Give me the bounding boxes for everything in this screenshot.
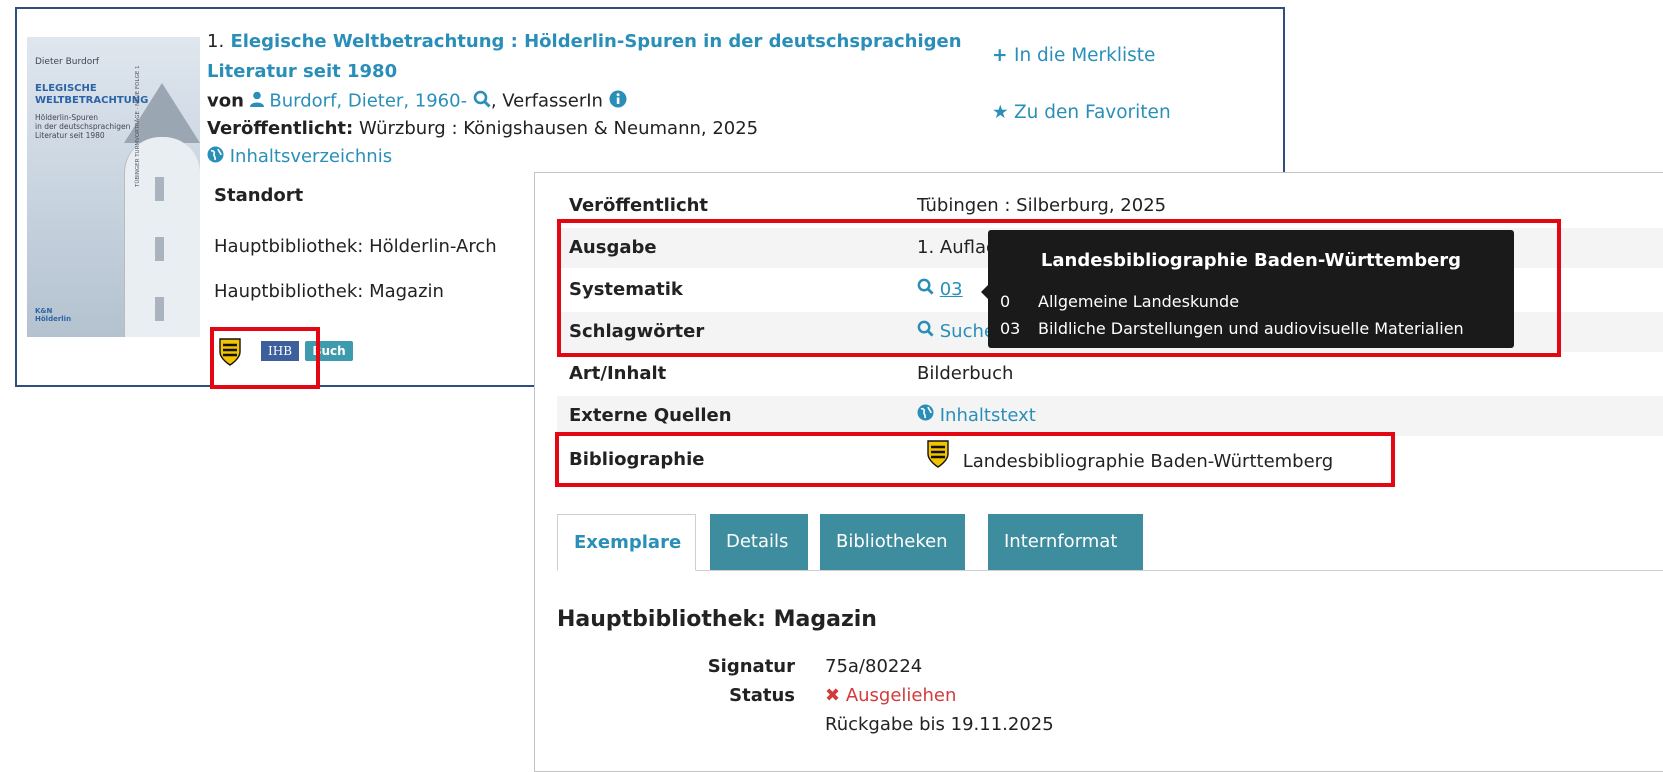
author-role: , VerfasserIn: [490, 90, 603, 112]
holding-heading: Hauptbibliothek: Magazin: [557, 607, 877, 632]
tab-details[interactable]: Details: [710, 514, 808, 570]
standort-label: Standort: [214, 185, 304, 206]
info-icon[interactable]: [609, 90, 627, 113]
result-number: 1.: [207, 31, 225, 52]
classification-link[interactable]: 03: [940, 279, 963, 300]
published-line: Veröffentlicht: Würzburg : Königshausen …: [207, 118, 759, 139]
detail-row-bibliography: Bibliographie Landesbibliographie Baden-…: [557, 440, 1663, 480]
tooltip-item: 03 Bildliche Darstellungen und audiovisue…: [1000, 319, 1464, 338]
author-line: von Burdorf, Dieter, 1960- , VerfasserIn: [207, 90, 627, 113]
status-value: ✖ Ausgeliehen: [825, 685, 957, 706]
cover-series: TÜBINGER TURMVORTRÄGE · NEUE FOLGE 1: [135, 65, 141, 187]
detail-row-external-sources: Externe Quellen Inhaltstext: [557, 396, 1663, 436]
star-icon: ★: [992, 102, 1009, 123]
status-label: Status: [729, 685, 795, 706]
tooltip-title: Landesbibliographie Baden-Württemberg: [1040, 250, 1462, 271]
ihb-badge: IHB: [261, 341, 299, 361]
location-item: Hauptbibliothek: Magazin: [214, 281, 444, 302]
globe-icon: [207, 146, 224, 168]
cover-publisher: K&N Hölderlin: [35, 307, 72, 323]
cover-author: Dieter Burdorf: [35, 57, 100, 67]
toc-line: Inhaltsverzeichnis: [207, 146, 392, 168]
tab-exemplare[interactable]: Exemplare: [557, 514, 696, 571]
subject-search-link[interactable]: Suche: [940, 321, 995, 342]
globe-icon: [917, 396, 934, 436]
cover-subtitle: Hölderlin-Spuren in der deutschsprachige…: [35, 113, 131, 140]
author-link[interactable]: Burdorf, Dieter, 1960-: [269, 91, 467, 112]
user-icon: [249, 91, 264, 112]
classification-tooltip: Landesbibliographie Baden-Württemberg 0A…: [981, 230, 1514, 348]
times-icon: ✖: [825, 685, 841, 706]
result-title: 1. Elegische Weltbetrachtung : Hölderlin…: [207, 27, 967, 87]
location-item: Hauptbibliothek: Hölderlin-Arch: [214, 236, 497, 257]
tab-bibliotheken[interactable]: Bibliotheken: [820, 514, 965, 570]
signatur-value: 75a/80224: [825, 656, 923, 677]
plus-icon: +: [992, 45, 1008, 66]
toc-link[interactable]: Inhaltsverzeichnis: [230, 146, 392, 167]
return-date: Rückgabe bis 19.11.2025: [825, 714, 1054, 735]
search-icon: [917, 312, 934, 352]
media-type-badge: Buch: [305, 341, 353, 361]
tooltip-item: 0 Allgemeine Landeskunde: [1000, 292, 1240, 311]
add-to-list-button[interactable]: + In die Merkliste: [992, 45, 1155, 66]
tooltip-arrow: [981, 285, 988, 299]
tab-internformat[interactable]: Internformat: [988, 514, 1143, 570]
shield-icon: [927, 440, 949, 483]
published-value: Würzburg : Königshausen & Neumann, 2025: [358, 118, 759, 139]
detail-row-published: Veröffentlicht Tübingen : Silberburg, 202…: [569, 195, 1167, 216]
detail-row-content-type: Art/Inhalt Bilderbuch: [569, 363, 1014, 384]
detail-tabs: Exemplare Details Bibliotheken Internfor…: [557, 514, 1663, 571]
result-title-link[interactable]: Elegische Weltbetrachtung : Hölderlin-Sp…: [207, 31, 962, 82]
search-icon: [917, 270, 934, 310]
search-icon[interactable]: [473, 90, 491, 113]
bibliography-value: Landesbibliographie Baden-Württemberg: [962, 450, 1334, 472]
add-to-favorites-button[interactable]: ★ Zu den Favoriten: [992, 102, 1171, 123]
book-cover[interactable]: Dieter Burdorf ELEGISCHE WELTBETRACHTUNG…: [27, 37, 200, 337]
signatur-label: Signatur: [707, 656, 795, 677]
content-text-link[interactable]: Inhaltstext: [940, 405, 1036, 426]
shield-icon: [219, 338, 241, 370]
